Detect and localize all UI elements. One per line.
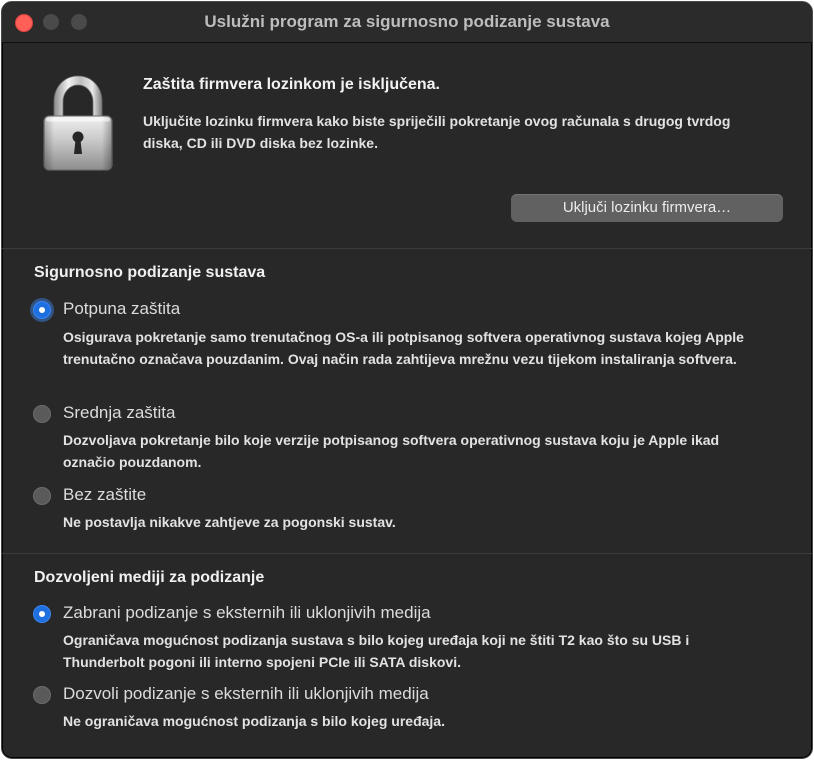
firmware-description: Uključite lozinku firmvera kako biste sp…	[143, 113, 731, 151]
no-security-label[interactable]: Bez zaštite	[63, 485, 146, 505]
boot-media-title: Dozvoljeni mediji za podizanje	[34, 569, 265, 586]
window-title: Uslužni program za sigurnosno podizanje …	[204, 12, 610, 31]
no-security-description: Ne postavlja nikakve zahtjeve za pogonsk…	[63, 514, 396, 530]
title-bar: Uslužni program za sigurnosno podizanje …	[2, 2, 812, 43]
disallow-external-boot-description: Ograničava mogućnost podizanja sustava s…	[63, 632, 690, 670]
secure-boot-title: Sigurnosno podizanje sustava	[34, 264, 266, 281]
no-security-radio[interactable]	[33, 487, 51, 505]
full-security-label[interactable]: Potpuna zaštita	[63, 299, 180, 319]
disallow-external-boot-radio[interactable]	[33, 605, 51, 623]
full-security-description: Osigurava pokretanje samo trenutačnog OS…	[63, 329, 744, 367]
padlock-icon	[43, 75, 113, 171]
security-utility-window: Uslužni program za sigurnosno podizanje …	[1, 1, 813, 759]
disallow-external-boot-label[interactable]: Zabrani podizanje s eksternih ili uklonj…	[63, 603, 431, 623]
section-divider	[2, 248, 812, 249]
allow-external-boot-description: Ne ograničava mogućnost podizanja s bilo…	[63, 713, 445, 729]
medium-security-description: Dozvoljava pokretanje bilo koje verzije …	[63, 432, 720, 470]
medium-security-radio[interactable]	[33, 405, 51, 423]
turn-on-firmware-password-button[interactable]: Uključi lozinku firmvera…	[511, 194, 783, 222]
medium-security-label[interactable]: Srednja zaštita	[63, 403, 175, 423]
firmware-status-heading: Zaštita firmvera lozinkom je isključena.	[143, 76, 440, 93]
section-divider	[2, 553, 812, 554]
full-security-radio[interactable]	[33, 301, 51, 319]
allow-external-boot-label[interactable]: Dozvoli podizanje s eksternih ili uklonj…	[63, 684, 429, 704]
allow-external-boot-radio[interactable]	[33, 686, 51, 704]
